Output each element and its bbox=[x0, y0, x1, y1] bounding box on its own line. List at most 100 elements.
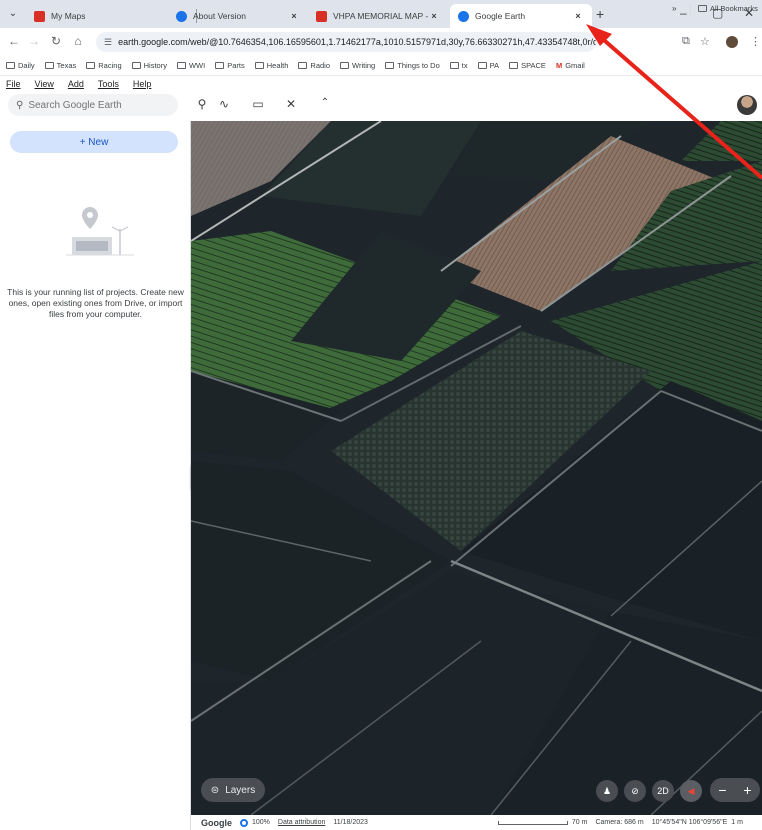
tab-label: VHPA MEMORIAL MAP - Goog bbox=[333, 11, 428, 21]
status-bar: Google 100% Data attribution 11/18/2023 … bbox=[191, 815, 762, 830]
bookmark-daily[interactable]: Daily bbox=[6, 61, 35, 70]
elevation: 1 m bbox=[731, 819, 743, 826]
menu-add[interactable]: Add bbox=[68, 79, 84, 89]
new-project-button[interactable]: + New bbox=[10, 131, 178, 153]
folder-icon bbox=[449, 62, 459, 69]
satellite-imagery bbox=[191, 121, 762, 815]
menu-file[interactable]: File bbox=[6, 79, 21, 89]
profile-icon[interactable] bbox=[726, 36, 738, 48]
folder-icon bbox=[131, 62, 141, 69]
bookmark-wwi[interactable]: WWI bbox=[176, 61, 205, 70]
collapse-toolbar-icon[interactable]: ⌃ bbox=[316, 97, 334, 108]
bookmark-health[interactable]: Health bbox=[254, 61, 288, 70]
bookmark-history[interactable]: History bbox=[131, 61, 167, 70]
chrome-favicon-icon bbox=[176, 10, 187, 22]
map-view[interactable] bbox=[191, 121, 762, 815]
my-maps-favicon-icon bbox=[34, 10, 45, 22]
bookmark-texas[interactable]: Texas bbox=[44, 61, 76, 70]
empty-projects-text: This is your running list of projects. C… bbox=[7, 287, 184, 319]
measure-icon[interactable]: ▭ bbox=[249, 97, 267, 111]
scale-bar bbox=[497, 820, 568, 825]
folder-icon bbox=[340, 62, 350, 69]
new-tab-button[interactable]: + bbox=[596, 6, 604, 22]
home-icon[interactable]: ⌂ bbox=[70, 34, 86, 48]
menu-view[interactable]: View bbox=[35, 79, 54, 89]
draw-path-icon[interactable]: ∿ bbox=[215, 97, 233, 111]
more-menu-icon[interactable]: ⋮ bbox=[750, 35, 761, 48]
folder-icon bbox=[698, 5, 707, 12]
bookmark-pa[interactable]: PA bbox=[477, 61, 499, 70]
google-logo: Google bbox=[201, 817, 232, 828]
location-off-icon[interactable]: ⊘ bbox=[624, 780, 646, 802]
folder-icon bbox=[254, 62, 264, 69]
tab-close-icon[interactable]: × bbox=[288, 11, 300, 21]
tab-search-chevron-icon[interactable]: ⌄ bbox=[6, 7, 20, 21]
address-bar: ← → ↻ ⌂ ☰ earth.google.com/web/@10.76463… bbox=[0, 28, 762, 56]
omnibox[interactable]: ☰ earth.google.com/web/@10.7646354,106.1… bbox=[96, 32, 596, 52]
bookmark-things-to-do[interactable]: Things to Do bbox=[385, 61, 440, 70]
camera-altitude: Camera: 686 m bbox=[595, 819, 644, 826]
avatar[interactable] bbox=[737, 95, 757, 115]
folder-icon bbox=[176, 62, 186, 69]
projects-tool-icon[interactable]: ✕ bbox=[282, 97, 300, 111]
tab-close-icon[interactable]: × bbox=[572, 11, 584, 21]
bookmark-star-icon[interactable]: ☆ bbox=[700, 35, 710, 48]
loading-ring-icon bbox=[240, 818, 248, 827]
zoom-control: − + bbox=[710, 778, 760, 802]
minimize-icon[interactable]: – bbox=[680, 6, 687, 20]
earth-favicon-icon bbox=[458, 10, 469, 22]
folder-icon bbox=[385, 62, 395, 69]
reload-icon[interactable]: ↻ bbox=[48, 34, 64, 48]
imagery-date: 11/18/2023 bbox=[333, 819, 368, 826]
layers-button[interactable]: ⊜ Layers bbox=[201, 778, 265, 802]
gmail-icon: M bbox=[555, 61, 563, 70]
bookmark-tx[interactable]: tx bbox=[449, 61, 468, 70]
tab-google-earth[interactable]: Google Earth × bbox=[450, 4, 592, 28]
all-bookmarks-button[interactable]: All Bookmarks bbox=[698, 4, 758, 13]
folder-icon bbox=[44, 62, 54, 69]
search-input[interactable] bbox=[28, 99, 169, 111]
install-app-icon[interactable]: ⧉ bbox=[682, 35, 690, 48]
app-menu-bar: File View Add Tools Help bbox=[0, 77, 762, 91]
bookmark-parts[interactable]: Parts bbox=[215, 61, 245, 70]
folder-icon bbox=[298, 62, 308, 69]
data-attribution-link[interactable]: Data attribution bbox=[278, 819, 325, 826]
bookmark-space[interactable]: SPACE bbox=[509, 61, 546, 70]
projects-panel: + New This is your running list of proje… bbox=[0, 121, 191, 830]
bookmarks-bar: Daily Texas Racing History WWI Parts Hea… bbox=[0, 56, 762, 76]
tab-close-icon[interactable]: × bbox=[428, 11, 440, 21]
folder-icon bbox=[86, 62, 96, 69]
zoom-in-button[interactable]: + bbox=[743, 782, 751, 798]
projects-illustration-icon bbox=[66, 207, 134, 256]
compass-icon[interactable]: ◀ bbox=[680, 780, 702, 802]
folder-icon bbox=[509, 62, 519, 69]
menu-help[interactable]: Help bbox=[133, 79, 152, 89]
tab-vhpa-memorial-map[interactable]: VHPA MEMORIAL MAP - Goog × bbox=[308, 4, 448, 28]
url-text: earth.google.com/web/@10.7646354,106.165… bbox=[118, 37, 596, 47]
folder-icon bbox=[477, 62, 487, 69]
add-placemark-icon[interactable]: ⚲ bbox=[193, 97, 211, 111]
bookmark-gmail[interactable]: M Gmail bbox=[556, 61, 585, 70]
my-maps-favicon-icon bbox=[316, 10, 327, 22]
tab-strip: ⌄ My Maps × About Version × VHPA MEMORIA… bbox=[0, 0, 762, 28]
pegman-icon[interactable]: ♟ bbox=[596, 780, 618, 802]
layers-icon: ⊜ bbox=[210, 784, 220, 796]
folder-icon bbox=[215, 62, 225, 69]
bookmark-racing[interactable]: Racing bbox=[86, 61, 122, 70]
view-mode-2d-button[interactable]: 2D bbox=[652, 780, 674, 802]
zoom-out-button[interactable]: − bbox=[718, 782, 726, 798]
earth-toolbar: ⚲ ⚲ ∿ ▭ ✕ ⌃ bbox=[0, 91, 762, 121]
tab-label: Google Earth bbox=[475, 11, 526, 21]
menu-tools[interactable]: Tools bbox=[98, 79, 119, 89]
forward-icon[interactable]: → bbox=[26, 34, 42, 48]
site-info-icon[interactable]: ☰ bbox=[104, 37, 112, 48]
bookmark-writing[interactable]: Writing bbox=[340, 61, 375, 70]
tab-label: My Maps bbox=[51, 11, 86, 21]
bookmark-radio[interactable]: Radio bbox=[298, 61, 330, 70]
tab-label: About Version bbox=[193, 11, 246, 21]
bookmarks-overflow-button[interactable]: » bbox=[672, 4, 676, 13]
back-icon[interactable]: ← bbox=[6, 34, 22, 48]
tab-about-version[interactable]: About Version × bbox=[168, 4, 308, 28]
search-box[interactable]: ⚲ bbox=[8, 94, 178, 116]
folder-icon bbox=[6, 62, 15, 69]
